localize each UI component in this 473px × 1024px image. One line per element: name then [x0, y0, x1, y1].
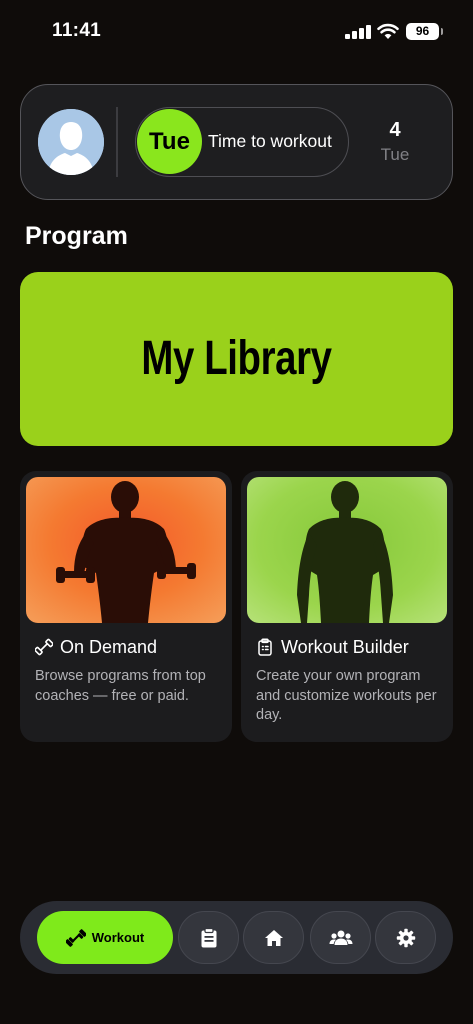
section-title: Program: [25, 222, 128, 250]
workout-builder-title: Workout Builder: [281, 636, 409, 657]
status-bar: 11:41 96: [0, 0, 473, 60]
status-time: 11:41: [52, 20, 102, 41]
workout-builder-image: [247, 477, 447, 623]
nav-plans-button[interactable]: [178, 911, 239, 964]
nav-community-button[interactable]: [310, 911, 371, 964]
gear-icon: [396, 928, 415, 947]
dumbbell-icon: [65, 928, 86, 947]
dumbbell-icon: [35, 638, 53, 656]
battery-indicator: 96: [406, 23, 443, 40]
my-library-banner[interactable]: My Library: [20, 272, 453, 446]
day-badge: Tue: [137, 109, 202, 174]
workout-builder-description: Create your own program and customize wo…: [256, 668, 437, 723]
signal-icon: [345, 25, 371, 39]
nav-settings-button[interactable]: [375, 911, 436, 964]
date-number[interactable]: 4: [371, 119, 419, 142]
today-workout-pill[interactable]: Tue Time to workout: [135, 107, 349, 177]
nav-home-button[interactable]: [243, 911, 304, 964]
on-demand-image: [26, 477, 226, 623]
avatar[interactable]: [38, 109, 104, 175]
group-icon: [329, 930, 352, 945]
divider: [116, 107, 118, 177]
on-demand-title-row: On Demand: [35, 635, 157, 659]
clipboard-icon: [201, 927, 216, 947]
clipboard-icon: [258, 638, 272, 656]
workout-builder-title-row: Workout Builder: [256, 635, 409, 659]
workout-builder-card[interactable]: Workout Builder Create your own program …: [241, 471, 453, 742]
on-demand-card[interactable]: On Demand Browse programs from top coach…: [20, 471, 232, 742]
bottom-nav: Workout: [20, 901, 453, 974]
library-title: My Library: [141, 332, 332, 385]
nav-workout-label: Workout: [91, 930, 145, 945]
wifi-icon: [377, 23, 399, 39]
date-day[interactable]: Tue: [371, 145, 419, 165]
header-card: Tue Time to workout 4 Tue: [20, 84, 453, 200]
day-status-text: Time to workout: [208, 131, 332, 151]
nav-workout-button[interactable]: Workout: [37, 911, 173, 964]
on-demand-description: Browse programs from top coaches — free …: [35, 668, 206, 704]
user-icon: [38, 109, 104, 175]
on-demand-title: On Demand: [60, 636, 158, 657]
home-icon: [264, 929, 283, 946]
